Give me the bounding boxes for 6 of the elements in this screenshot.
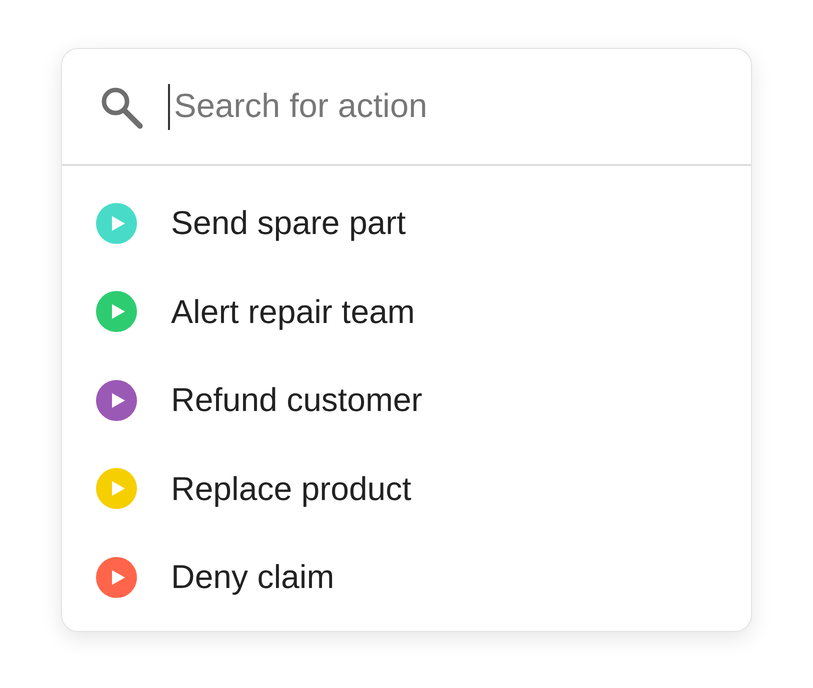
- action-item[interactable]: Alert repair team: [96, 291, 415, 332]
- action-item[interactable]: Deny claim: [96, 556, 334, 598]
- action-item[interactable]: Refund customer: [96, 380, 422, 421]
- action-item[interactable]: Send spare part: [96, 202, 406, 244]
- search-field[interactable]: Search for action: [168, 84, 648, 130]
- action-item[interactable]: Replace product: [96, 468, 412, 510]
